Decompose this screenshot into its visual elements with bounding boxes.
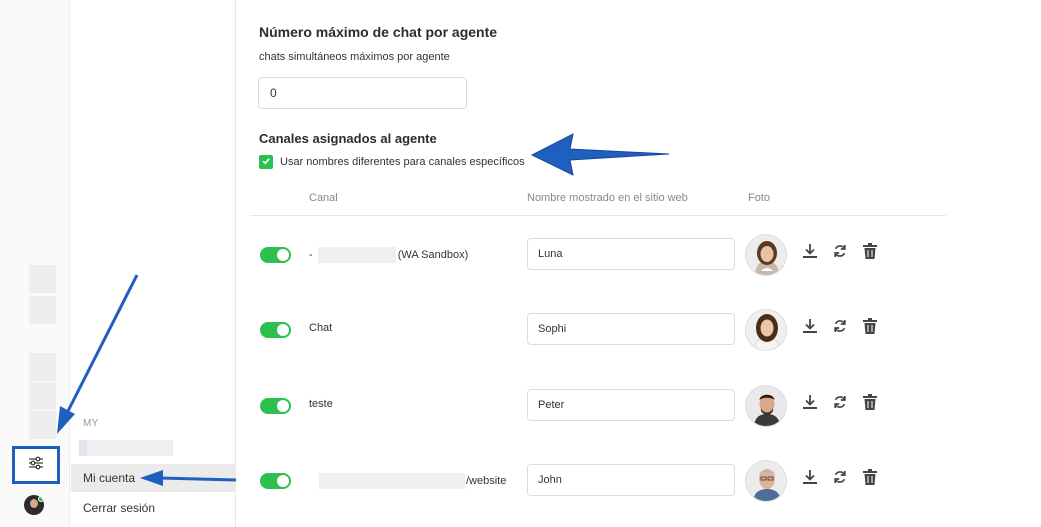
download-photo-button[interactable] — [799, 317, 821, 339]
download-photo-button[interactable] — [799, 468, 821, 490]
max-chats-title: Número máximo de chat por agente — [259, 24, 498, 40]
account-submenu: MY Mi cuenta Cerrar sesión — [71, 0, 236, 527]
channel-name: teste — [309, 398, 333, 410]
agent-photo — [745, 309, 787, 351]
refresh-icon — [831, 317, 849, 340]
rail-placeholder — [29, 382, 56, 410]
main-settings-panel: Número máximo de chat por agente chats s… — [237, 0, 1041, 527]
display-name-input[interactable]: Peter — [527, 389, 735, 421]
trash-icon — [861, 242, 879, 265]
submenu-item-logout[interactable]: Cerrar sesión — [71, 494, 236, 522]
max-chats-input[interactable]: 0 — [258, 77, 467, 109]
refresh-photo-button[interactable] — [829, 242, 851, 264]
table-row: /website John — [237, 460, 1041, 504]
submenu-section-label: MY — [83, 418, 99, 429]
agent-photo — [745, 460, 787, 502]
download-icon — [801, 393, 819, 416]
delete-photo-button[interactable] — [859, 393, 881, 415]
different-names-label[interactable]: Usar nombres diferentes para canales esp… — [280, 156, 525, 168]
channel-toggle[interactable] — [260, 322, 291, 338]
user-avatar-icon[interactable] — [24, 495, 44, 515]
refresh-icon — [831, 242, 849, 265]
rail-placeholder — [29, 265, 56, 293]
settings-sliders-icon — [28, 456, 44, 475]
channel-toggle[interactable] — [260, 473, 291, 489]
redacted-channel — [319, 473, 465, 489]
agent-photo — [745, 385, 787, 427]
table-row: teste Peter — [237, 385, 1041, 429]
delete-photo-button[interactable] — [859, 317, 881, 339]
trash-icon — [861, 317, 879, 340]
refresh-photo-button[interactable] — [829, 468, 851, 490]
trash-icon — [861, 393, 879, 416]
display-name-input[interactable]: Luna — [527, 238, 735, 270]
channel-toggle[interactable] — [260, 398, 291, 414]
table-header-divider — [250, 215, 946, 216]
check-icon — [261, 153, 271, 171]
trash-icon — [861, 468, 879, 491]
agent-photo — [745, 234, 787, 276]
table-row: Chat Sophi — [237, 309, 1041, 353]
channel-name: /website — [319, 473, 506, 489]
settings-button[interactable] — [12, 446, 60, 484]
download-photo-button[interactable] — [799, 242, 821, 264]
channel-name: Chat — [309, 322, 333, 334]
redacted-account-name — [79, 440, 173, 456]
download-photo-button[interactable] — [799, 393, 821, 415]
download-icon — [801, 317, 819, 340]
refresh-photo-button[interactable] — [829, 393, 851, 415]
refresh-icon — [831, 468, 849, 491]
display-name-input[interactable]: John — [527, 464, 735, 496]
table-row: - (WA Sandbox) Luna — [237, 234, 1041, 278]
delete-photo-button[interactable] — [859, 242, 881, 264]
display-name-input[interactable]: Sophi — [527, 313, 735, 345]
max-chats-subtitle: chats simultáneos máximos por agente — [259, 51, 450, 63]
icon-rail — [0, 0, 70, 527]
channel-name: - (WA Sandbox) — [309, 247, 468, 263]
channels-title: Canales asignados al agente — [259, 131, 437, 146]
rail-placeholder — [29, 353, 56, 381]
different-names-checkbox[interactable] — [259, 155, 273, 169]
submenu-item-my-account[interactable]: Mi cuenta — [71, 464, 236, 492]
refresh-icon — [831, 393, 849, 416]
column-header-channel: Canal — [309, 192, 338, 204]
refresh-photo-button[interactable] — [829, 317, 851, 339]
rail-placeholder — [29, 296, 56, 324]
delete-photo-button[interactable] — [859, 468, 881, 490]
rail-placeholder — [29, 411, 56, 439]
download-icon — [801, 242, 819, 265]
redacted-channel — [317, 247, 396, 263]
column-header-display-name: Nombre mostrado en el sitio web — [527, 192, 688, 204]
channel-toggle[interactable] — [260, 247, 291, 263]
column-header-photo: Foto — [748, 192, 771, 204]
download-icon — [801, 468, 819, 491]
